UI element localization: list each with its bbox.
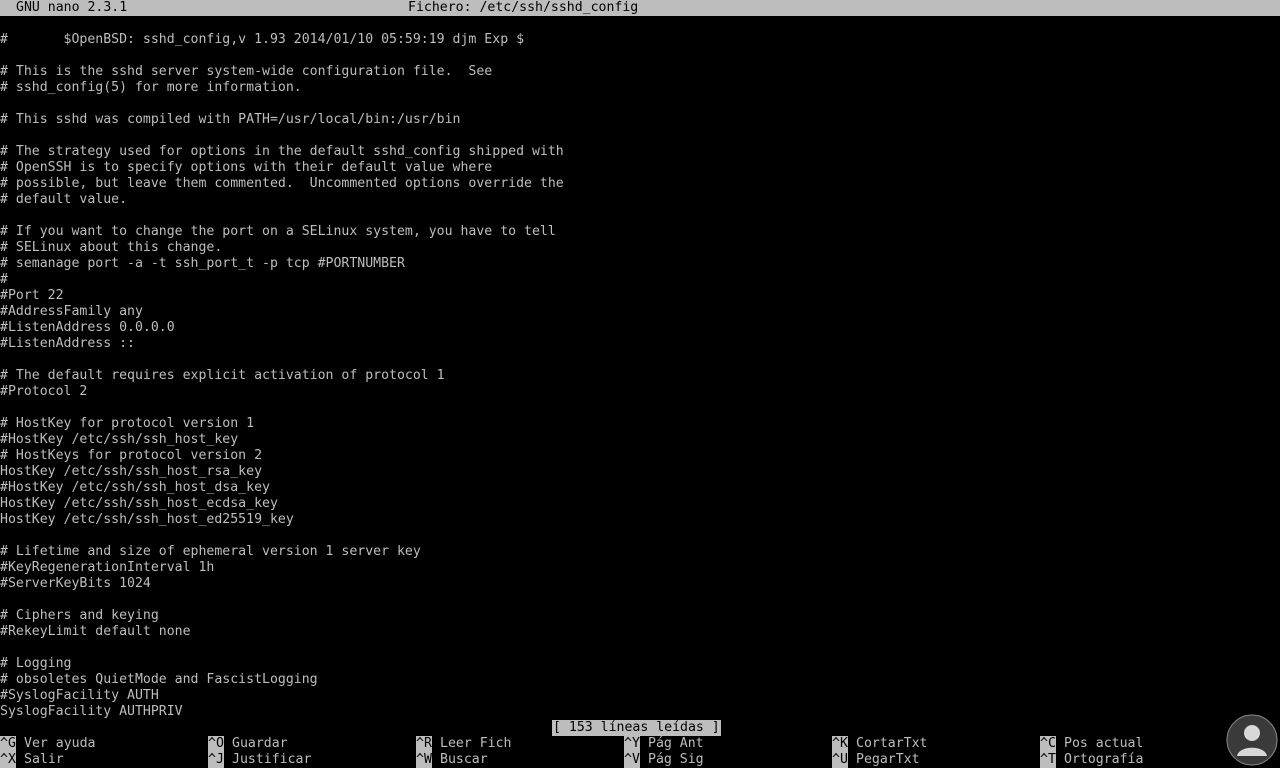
- editor-line[interactable]: #ListenAddress 0.0.0.0: [0, 320, 1280, 336]
- editor-line[interactable]: #RekeyLimit default none: [0, 624, 1280, 640]
- shortcut-p-g-sig[interactable]: ^V Pág Sig: [624, 752, 704, 768]
- editor-line[interactable]: # obsoletes QuietMode and FascistLogging: [0, 672, 1280, 688]
- shortcut-key: ^G: [0, 736, 16, 752]
- shortcut-leer-fich[interactable]: ^R Leer Fich: [416, 736, 511, 752]
- editor-line[interactable]: # Ciphers and keying: [0, 608, 1280, 624]
- shortcut-salir[interactable]: ^X Salir: [0, 752, 64, 768]
- editor-line[interactable]: #ListenAddress ::: [0, 336, 1280, 352]
- editor-line[interactable]: #SyslogFacility AUTH: [0, 688, 1280, 704]
- editor-line[interactable]: [0, 400, 1280, 416]
- shortcut-label: Ortografía: [1064, 752, 1144, 767]
- editor-line[interactable]: # sshd_config(5) for more information.: [0, 80, 1280, 96]
- editor-line[interactable]: #HostKey /etc/ssh/ssh_host_dsa_key: [0, 480, 1280, 496]
- editor-line[interactable]: # This sshd was compiled with PATH=/usr/…: [0, 112, 1280, 128]
- shortcut-key: ^Y: [624, 736, 640, 752]
- watermark-logo-icon: [1226, 714, 1278, 766]
- editor-line[interactable]: #: [0, 272, 1280, 288]
- editor-line[interactable]: #HostKey /etc/ssh/ssh_host_key: [0, 432, 1280, 448]
- shortcut-cortartxt[interactable]: ^K CortarTxt: [832, 736, 927, 752]
- editor-line[interactable]: # HostKeys for protocol version 2: [0, 448, 1280, 464]
- file-path: Fichero: /etc/ssh/sshd_config: [408, 0, 639, 15]
- editor-line[interactable]: [0, 96, 1280, 112]
- shortcut-label: Pos actual: [1064, 736, 1144, 751]
- editor-line[interactable]: [0, 208, 1280, 224]
- shortcut-key: ^C: [1040, 736, 1056, 752]
- shortcut-label: Guardar: [232, 736, 288, 751]
- editor-line[interactable]: [0, 128, 1280, 144]
- shortcut-label: Leer Fich: [440, 736, 512, 751]
- editor-line[interactable]: # The strategy used for options in the d…: [0, 144, 1280, 160]
- editor-line[interactable]: #Protocol 2: [0, 384, 1280, 400]
- shortcut-key: ^R: [416, 736, 432, 752]
- shortcut-bar-row-1: ^G Ver ayuda ^O Guardar ^R Leer Fich ^Y Pág Ant…: [0, 736, 1280, 752]
- editor-line[interactable]: SyslogFacility AUTHPRIV: [0, 704, 1280, 720]
- shortcut-guardar[interactable]: ^O Guardar: [208, 736, 288, 752]
- editor-line[interactable]: # possible, but leave them commented. Un…: [0, 176, 1280, 192]
- shortcut-ver-ayuda[interactable]: ^G Ver ayuda: [0, 736, 95, 752]
- editor-line[interactable]: # If you want to change the port on a SE…: [0, 224, 1280, 240]
- editor-line[interactable]: #KeyRegenerationInterval 1h: [0, 560, 1280, 576]
- editor-line[interactable]: # default value.: [0, 192, 1280, 208]
- status-message: [ 153 líneas leídas ]: [552, 720, 721, 736]
- editor-line[interactable]: [0, 592, 1280, 608]
- shortcut-key: ^K: [832, 736, 848, 752]
- app-version: GNU nano 2.3.1: [16, 0, 128, 15]
- editor-line[interactable]: # $OpenBSD: sshd_config,v 1.93 2014/01/1…: [0, 32, 1280, 48]
- shortcut-buscar[interactable]: ^W Buscar: [416, 752, 488, 768]
- shortcut-label: Pág Sig: [648, 752, 704, 767]
- editor-buffer[interactable]: # $OpenBSD: sshd_config,v 1.93 2014/01/1…: [0, 32, 1280, 720]
- editor-line[interactable]: [0, 528, 1280, 544]
- editor-line[interactable]: # SELinux about this change.: [0, 240, 1280, 256]
- shortcut-key: ^V: [624, 752, 640, 768]
- editor-line[interactable]: HostKey /etc/ssh/ssh_host_ed25519_key: [0, 512, 1280, 528]
- editor-line[interactable]: # OpenSSH is to specify options with the…: [0, 160, 1280, 176]
- shortcut-label: Buscar: [440, 752, 488, 767]
- shortcut-key: ^W: [416, 752, 432, 768]
- editor-line[interactable]: # Logging: [0, 656, 1280, 672]
- shortcut-key: ^X: [0, 752, 16, 768]
- editor-line[interactable]: HostKey /etc/ssh/ssh_host_rsa_key: [0, 464, 1280, 480]
- terminal-screen: GNU nano 2.3.1 Fichero: /etc/ssh/sshd_co…: [0, 0, 1280, 768]
- shortcut-label: PegarTxt: [856, 752, 920, 767]
- shortcut-pegartxt[interactable]: ^U PegarTxt: [832, 752, 920, 768]
- user-silhouette-icon: [1226, 714, 1278, 766]
- shortcut-label: Salir: [24, 752, 64, 767]
- shortcut-pos-actual[interactable]: ^C Pos actual: [1040, 736, 1143, 752]
- shortcut-ortograf-a[interactable]: ^T Ortografía: [1040, 752, 1143, 768]
- editor-line[interactable]: [0, 48, 1280, 64]
- shortcut-label: CortarTxt: [856, 736, 928, 751]
- shortcut-justificar[interactable]: ^J Justificar: [208, 752, 311, 768]
- shortcut-p-g-ant[interactable]: ^Y Pág Ant: [624, 736, 704, 752]
- editor-line[interactable]: [0, 640, 1280, 656]
- shortcut-bar-row-2: ^X Salir ^J Justificar ^W Buscar ^V Pág Sig ^U Pe…: [0, 752, 1280, 768]
- editor-line[interactable]: #AddressFamily any: [0, 304, 1280, 320]
- nano-title-bar: GNU nano 2.3.1 Fichero: /etc/ssh/sshd_co…: [0, 0, 1280, 16]
- shortcut-key: ^O: [208, 736, 224, 752]
- shortcut-label: Justificar: [232, 752, 312, 767]
- editor-line[interactable]: # HostKey for protocol version 1: [0, 416, 1280, 432]
- shortcut-key: ^J: [208, 752, 224, 768]
- shortcut-key: ^U: [832, 752, 848, 768]
- shortcut-label: Ver ayuda: [24, 736, 96, 751]
- editor-line[interactable]: # This is the sshd server system-wide co…: [0, 64, 1280, 80]
- shortcut-label: Pág Ant: [648, 736, 704, 751]
- editor-line[interactable]: # semanage port -a -t ssh_port_t -p tcp …: [0, 256, 1280, 272]
- editor-line[interactable]: # Lifetime and size of ephemeral version…: [0, 544, 1280, 560]
- editor-line[interactable]: # The default requires explicit activati…: [0, 368, 1280, 384]
- shortcut-key: ^T: [1040, 752, 1056, 768]
- editor-line[interactable]: HostKey /etc/ssh/ssh_host_ecdsa_key: [0, 496, 1280, 512]
- editor-line[interactable]: #ServerKeyBits 1024: [0, 576, 1280, 592]
- editor-line[interactable]: #Port 22: [0, 288, 1280, 304]
- editor-line[interactable]: [0, 352, 1280, 368]
